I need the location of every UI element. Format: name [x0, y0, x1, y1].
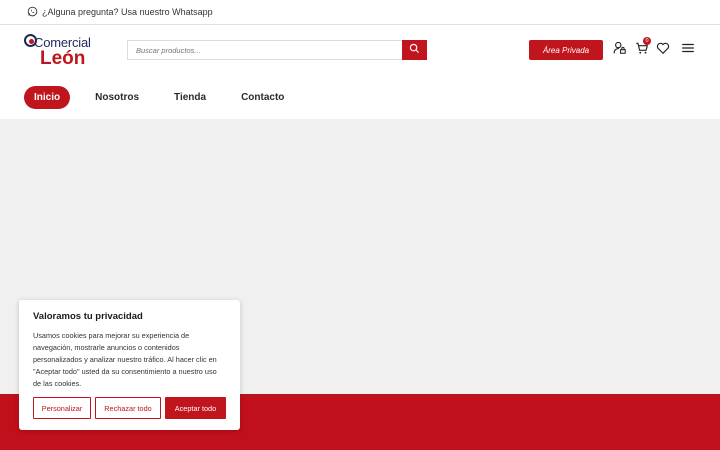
- customize-button[interactable]: Personalizar: [33, 397, 91, 419]
- search-button[interactable]: [402, 40, 427, 60]
- nav-item-tienda[interactable]: Tienda: [164, 86, 216, 109]
- whatsapp-icon: [27, 6, 42, 19]
- menu-icon: [681, 42, 695, 59]
- reject-all-button[interactable]: Rechazar todo: [95, 397, 161, 419]
- wishlist-button[interactable]: [656, 41, 670, 55]
- heart-icon: [656, 42, 670, 59]
- cart-count-badge: 0: [643, 37, 651, 45]
- area-privada-button[interactable]: Área Privada: [529, 40, 603, 60]
- logo[interactable]: Comercial León: [24, 33, 96, 69]
- top-bar: ¿Alguna pregunta? Usa nuestro Whatsapp: [0, 0, 720, 25]
- nav-item-contacto[interactable]: Contacto: [231, 86, 294, 109]
- whatsapp-link[interactable]: ¿Alguna pregunta? Usa nuestro Whatsapp: [27, 6, 213, 19]
- search-bar: [127, 40, 427, 60]
- main-nav: Inicio Nosotros Tienda Contacto: [24, 86, 309, 109]
- search-icon: [409, 41, 420, 59]
- nav-item-inicio[interactable]: Inicio: [24, 86, 71, 109]
- cookie-text: Usamos cookies para mejorar su experienc…: [33, 331, 217, 388]
- cookie-consent-dialog: Valoramos tu privacidad Usamos cookies p…: [19, 300, 240, 430]
- account-button[interactable]: [613, 41, 627, 55]
- header: Comercial León Área Privada 0 Inicio: [0, 25, 720, 119]
- search-input[interactable]: [128, 41, 402, 59]
- accept-all-button[interactable]: Aceptar todo: [165, 397, 226, 419]
- cart-button[interactable]: 0: [635, 37, 651, 55]
- cookie-buttons: Personalizar Rechazar todo Aceptar todo: [33, 397, 230, 419]
- logo-line2: León: [40, 48, 86, 69]
- nav-item-nosotros[interactable]: Nosotros: [85, 86, 149, 109]
- menu-button[interactable]: [681, 41, 695, 55]
- whatsapp-text: ¿Alguna pregunta? Usa nuestro Whatsapp: [42, 7, 213, 17]
- user-lock-icon: [613, 41, 627, 59]
- cookie-title: Valoramos tu privacidad: [33, 311, 143, 322]
